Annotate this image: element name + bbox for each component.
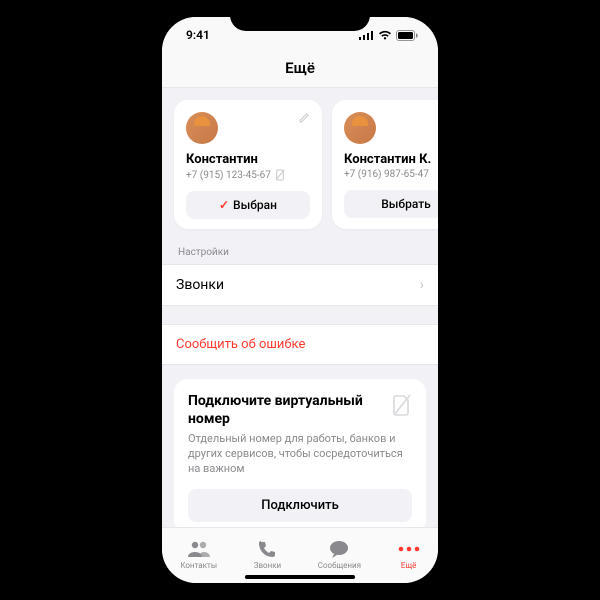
chevron-right-icon: › xyxy=(420,277,424,293)
promo-button-label: Подключить xyxy=(261,498,339,513)
notch xyxy=(230,7,370,31)
report-error-label: Сообщить об ошибке xyxy=(176,337,305,352)
contacts-icon xyxy=(187,538,211,560)
tab-messages[interactable]: Сообщения xyxy=(318,538,361,570)
select-label: Выбран xyxy=(233,198,277,212)
wifi-icon xyxy=(378,30,392,40)
account-cards-row[interactable]: Константин +7 (915) 123-45-67 ✓ Выбран xyxy=(162,88,438,241)
account-card[interactable]: Константин +7 (915) 123-45-67 ✓ Выбран xyxy=(174,100,322,229)
report-error-row[interactable]: Сообщить об ошибке xyxy=(162,324,438,365)
account-card[interactable]: Константин К. +7 (916) 987-65-47 Выбрать xyxy=(332,100,438,229)
phone-icon xyxy=(257,538,277,560)
tab-label: Ещё xyxy=(401,561,416,570)
promo-desc: Отдельный номер для работы, банков и дру… xyxy=(188,432,412,477)
tab-calls[interactable]: Звонки xyxy=(254,538,281,570)
more-icon xyxy=(398,538,420,560)
tab-label: Сообщения xyxy=(318,561,361,570)
battery-icon xyxy=(396,30,418,41)
screen: 9:41 Ещё Константин xyxy=(162,17,438,583)
avatar xyxy=(186,112,218,144)
status-indicators xyxy=(359,30,418,41)
select-button-selected[interactable]: ✓ Выбран xyxy=(186,191,310,219)
tab-more[interactable]: Ещё xyxy=(398,538,420,570)
select-label: Выбрать xyxy=(381,197,431,211)
signal-icon xyxy=(359,30,374,40)
settings-row-calls[interactable]: Звонки › xyxy=(162,264,438,306)
sim-off-icon xyxy=(275,169,285,181)
tab-label: Звонки xyxy=(254,561,281,570)
row-label: Звонки xyxy=(176,277,224,293)
account-name: Константин К. xyxy=(344,152,438,167)
home-indicator[interactable] xyxy=(245,575,355,579)
check-icon: ✓ xyxy=(219,198,229,212)
header: Ещё xyxy=(162,53,438,88)
tab-contacts[interactable]: Контакты xyxy=(180,538,217,570)
phone-frame: 9:41 Ещё Константин xyxy=(152,7,448,593)
promo-card: Подключите виртуальный номер Отдельный н… xyxy=(174,379,426,527)
status-time: 9:41 xyxy=(186,28,210,42)
chat-icon xyxy=(328,538,350,560)
avatar xyxy=(344,112,376,144)
header-title: Ещё xyxy=(162,59,438,77)
account-phone: +7 (915) 123-45-67 xyxy=(186,170,271,181)
content: Константин +7 (915) 123-45-67 ✓ Выбран xyxy=(162,88,438,527)
edit-icon[interactable] xyxy=(298,112,310,124)
promo-connect-button[interactable]: Подключить xyxy=(188,489,412,522)
sim-off-icon xyxy=(392,393,412,417)
tab-label: Контакты xyxy=(180,561,217,570)
account-phone: +7 (916) 987-65-47 xyxy=(344,169,429,180)
account-name: Константин xyxy=(186,152,310,167)
section-label-settings: Настройки xyxy=(162,241,438,264)
promo-title: Подключите виртуальный номер xyxy=(188,393,412,428)
select-button[interactable]: Выбрать xyxy=(344,190,438,218)
